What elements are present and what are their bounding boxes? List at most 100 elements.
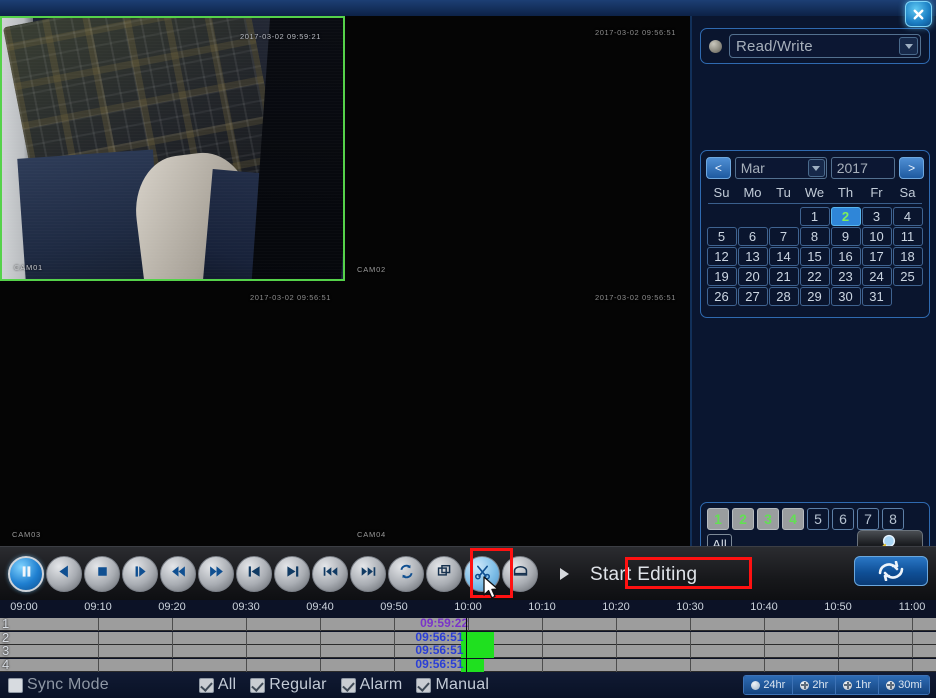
calendar-day-6[interactable]: 6: [737, 226, 768, 246]
prev-file-button[interactable]: [312, 556, 348, 592]
backup-button[interactable]: [854, 556, 928, 586]
year-field[interactable]: 2017: [830, 157, 896, 179]
timeline-gridline: [616, 618, 617, 631]
timeline-playhead[interactable]: [466, 618, 468, 672]
calendar-day-19[interactable]: 19: [706, 266, 737, 286]
more-arrow-icon[interactable]: [558, 568, 570, 580]
video-pane-cam02[interactable]: 2017-03-02 09:56:51 CAM02: [345, 16, 690, 281]
status-led-icon: [709, 39, 722, 53]
fast-forward-button[interactable]: [198, 556, 234, 592]
backup-disk-button[interactable]: [502, 556, 538, 592]
calendar-day-20[interactable]: 20: [737, 266, 768, 286]
calendar-day-26[interactable]: 26: [706, 286, 737, 306]
next-frame-button[interactable]: [274, 556, 310, 592]
calendar-day-30[interactable]: 30: [830, 286, 861, 306]
timeline-row-1[interactable]: 1 09:59:22: [0, 616, 936, 631]
filter-checkbox-alarm[interactable]: Alarm: [340, 676, 403, 694]
video-pane-cam01[interactable]: 2017-03-02 09:59:21 CAM01: [0, 16, 345, 281]
channel-button-3[interactable]: 3: [757, 508, 779, 530]
month-select[interactable]: Mar: [734, 157, 827, 179]
calendar-day-7[interactable]: 7: [768, 226, 799, 246]
calendar-day-27[interactable]: 27: [737, 286, 768, 306]
sync-mode-checkbox[interactable]: Sync Mode: [8, 676, 109, 694]
rewind-button[interactable]: [160, 556, 196, 592]
calendar-day-18[interactable]: 18: [892, 246, 923, 266]
calendar-day-28[interactable]: 28: [768, 286, 799, 306]
timeline-row-3[interactable]: 3 09:56:51: [0, 643, 936, 658]
playback-toolbar: Start Editing: [0, 546, 936, 600]
zoom-option-1hr[interactable]: 1hr: [836, 676, 880, 694]
chevron-down-icon[interactable]: [807, 159, 825, 177]
channel-button-1[interactable]: 1: [707, 508, 729, 530]
play-reverse-button[interactable]: [46, 556, 82, 592]
channel-button-2[interactable]: 2: [732, 508, 754, 530]
next-month-button[interactable]: >: [899, 157, 924, 179]
zoom-option-30mi[interactable]: 30mi: [879, 676, 929, 694]
next-file-button[interactable]: [350, 556, 386, 592]
calendar-day-16[interactable]: 16: [830, 246, 861, 266]
calendar-day-24[interactable]: 24: [861, 266, 892, 286]
calendar-day-4[interactable]: 4: [892, 206, 923, 226]
filter-checkbox-regular[interactable]: Regular: [250, 676, 326, 694]
calendar-day-12[interactable]: 12: [706, 246, 737, 266]
calendar-day-31[interactable]: 31: [861, 286, 892, 306]
calendar-cell-empty: [893, 287, 923, 306]
pause-button[interactable]: [8, 556, 44, 592]
calendar-day-21[interactable]: 21: [768, 266, 799, 286]
clip-scissors-button[interactable]: [464, 556, 500, 592]
dvr-playback-window: 2017-03-02 09:59:21 CAM01 2017-03-02 09:…: [0, 0, 936, 698]
multi-window-button[interactable]: [426, 556, 462, 592]
calendar-dow-tu: Tu: [776, 185, 791, 200]
title-bar: [0, 0, 936, 16]
timeline-row-4[interactable]: 4 09:56:51: [0, 657, 936, 672]
video-pane-cam03[interactable]: 2017-03-02 09:56:51 CAM03: [0, 281, 345, 546]
calendar-day-2[interactable]: 2: [830, 206, 861, 226]
calendar-day-5[interactable]: 5: [706, 226, 737, 246]
slow-forward-button[interactable]: [122, 556, 158, 592]
stop-button[interactable]: [84, 556, 120, 592]
filter-checkbox-manual[interactable]: Manual: [416, 676, 489, 694]
channel-button-4[interactable]: 4: [782, 508, 804, 530]
calendar-day-25[interactable]: 25: [892, 266, 923, 286]
calendar-dow-row: Su Mo Tu We Th Fr Sa: [706, 184, 924, 202]
calendar-day-8[interactable]: 8: [799, 226, 830, 246]
filter-checkbox-all[interactable]: All: [198, 676, 236, 694]
calendar-day-11[interactable]: 11: [892, 226, 923, 246]
timeline-gridline: [172, 645, 173, 658]
timeline-gridline: [616, 631, 617, 645]
timeline-gridline: [246, 618, 247, 631]
calendar-day-22[interactable]: 22: [799, 266, 830, 286]
timeline-rows[interactable]: 1 09:59:22 2 09:56:51 3 09:56:51 4 09:56:51: [0, 616, 936, 672]
calendar-day-14[interactable]: 14: [768, 246, 799, 266]
zoom-option-24hr[interactable]: 24hr: [744, 676, 794, 694]
repeat-button[interactable]: [388, 556, 424, 592]
calendar-day-15[interactable]: 15: [799, 246, 830, 266]
device-type-select[interactable]: Read/Write: [729, 34, 921, 58]
channel-button-8[interactable]: 8: [882, 508, 904, 530]
calendar-day-23[interactable]: 23: [830, 266, 861, 286]
channel-button-7[interactable]: 7: [857, 508, 879, 530]
video-timestamp: 2017-03-02 09:59:21: [239, 32, 321, 41]
video-pane-cam04[interactable]: 2017-03-02 09:56:51 CAM04: [345, 281, 690, 546]
next-file-icon: [360, 563, 377, 585]
calendar-day-13[interactable]: 13: [737, 246, 768, 266]
calendar-day-3[interactable]: 3: [861, 206, 892, 226]
prev-frame-button[interactable]: [236, 556, 272, 592]
channel-button-6[interactable]: 6: [832, 508, 854, 530]
calendar-day-10[interactable]: 10: [861, 226, 892, 246]
calendar-day-17[interactable]: 17: [861, 246, 892, 266]
channel-button-5[interactable]: 5: [807, 508, 829, 530]
zoom-option-2hr[interactable]: 2hr: [793, 676, 837, 694]
timeline[interactable]: 09:00 09:10 09:20 09:30 09:40 09:50 10:00 10:10…: [0, 600, 936, 672]
prev-month-button[interactable]: <: [706, 157, 731, 179]
camera-label: CAM03: [12, 530, 42, 539]
timeline-row-2[interactable]: 2 09:56:51: [0, 630, 936, 645]
close-icon[interactable]: [905, 1, 932, 27]
calendar-day-1[interactable]: 1: [799, 206, 830, 226]
timeline-zoom-options[interactable]: 24hr 2hr 1hr 30mi: [743, 675, 930, 695]
calendar-day-9[interactable]: 9: [830, 226, 861, 246]
chevron-down-icon[interactable]: [899, 37, 918, 55]
timeline-recording-segment[interactable]: [461, 658, 484, 672]
calendar-day-29[interactable]: 29: [799, 286, 830, 306]
timeline-gridline: [616, 658, 617, 672]
